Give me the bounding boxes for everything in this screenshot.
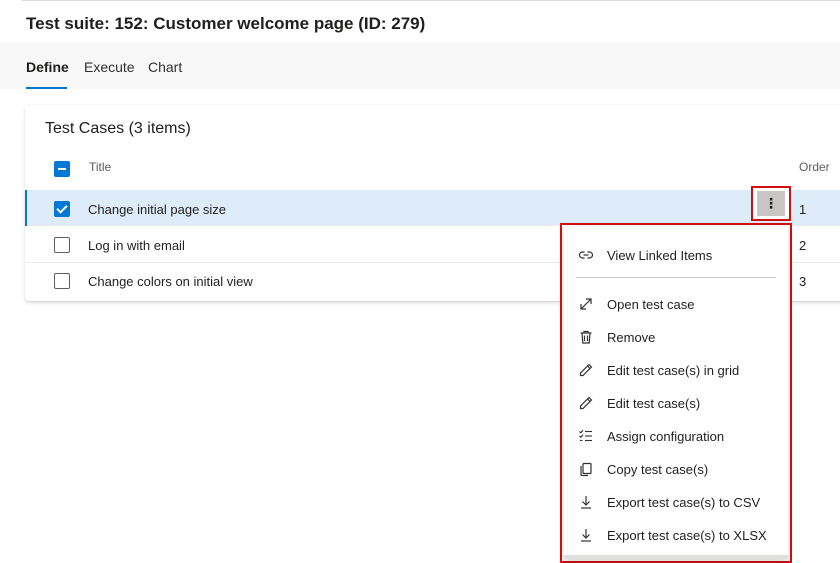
- column-header-order[interactable]: Order: [799, 160, 830, 174]
- menu-item-copy-test-cases[interactable]: Copy test case(s): [564, 453, 788, 486]
- row-checkbox[interactable]: [54, 201, 70, 217]
- copy-icon: [580, 462, 592, 477]
- context-menu: View Linked Items Open test case Remove …: [560, 223, 792, 563]
- download-icon: [581, 496, 591, 509]
- tab-bar: Define Execute Chart: [0, 42, 840, 89]
- row-title[interactable]: Change colors on initial view: [88, 274, 253, 289]
- menu-item-assign-configuration[interactable]: Assign configuration: [564, 420, 788, 453]
- menu-separator: [576, 277, 776, 278]
- menu-item-edit-in-grid[interactable]: Edit test case(s) in grid: [564, 354, 788, 387]
- more-vertical-icon: ⋮: [757, 191, 785, 216]
- row-checkbox[interactable]: [54, 237, 70, 253]
- menu-scroll-shadow: [564, 555, 788, 559]
- tab-chart[interactable]: Chart: [148, 59, 182, 75]
- row-title[interactable]: Log in with email: [88, 238, 185, 253]
- page-title: Test suite: 152: Customer welcome page (…: [26, 14, 426, 33]
- row-checkbox[interactable]: [54, 273, 70, 289]
- trash-icon: [580, 330, 592, 344]
- column-header-title[interactable]: Title: [89, 160, 111, 174]
- menu-item-edit-test-cases[interactable]: Edit test case(s): [564, 387, 788, 420]
- menu-item-export-csv[interactable]: Export test case(s) to CSV: [564, 486, 788, 519]
- menu-item-open-test-case[interactable]: Open test case: [564, 288, 788, 321]
- indeterminate-icon: [58, 168, 66, 170]
- more-actions-button[interactable]: ⋮: [751, 186, 791, 221]
- checklist-icon: [579, 429, 592, 442]
- row-title[interactable]: Change initial page size: [88, 202, 226, 217]
- row-order: 1: [799, 202, 807, 217]
- checkmark-icon: [56, 202, 68, 214]
- active-tab-indicator: [26, 87, 67, 89]
- tab-execute[interactable]: Execute: [84, 59, 135, 75]
- download-icon: [581, 529, 591, 542]
- pencil-icon: [579, 396, 593, 410]
- row-order: 2: [799, 238, 807, 253]
- top-divider: [22, 0, 840, 1]
- tab-define[interactable]: Define: [26, 59, 69, 75]
- open-expand-icon: [580, 298, 592, 310]
- pencil-icon: [579, 363, 593, 377]
- menu-item-view-linked-items[interactable]: View Linked Items: [564, 239, 788, 272]
- select-all-checkbox[interactable]: [54, 161, 70, 177]
- selection-indicator: [25, 190, 27, 226]
- test-cases-heading: Test Cases (3 items): [45, 120, 191, 137]
- menu-item-export-xlsx[interactable]: Export test case(s) to XLSX: [564, 519, 788, 552]
- link-icon: [578, 251, 594, 259]
- menu-item-remove[interactable]: Remove: [564, 321, 788, 354]
- row-order: 3: [799, 274, 807, 289]
